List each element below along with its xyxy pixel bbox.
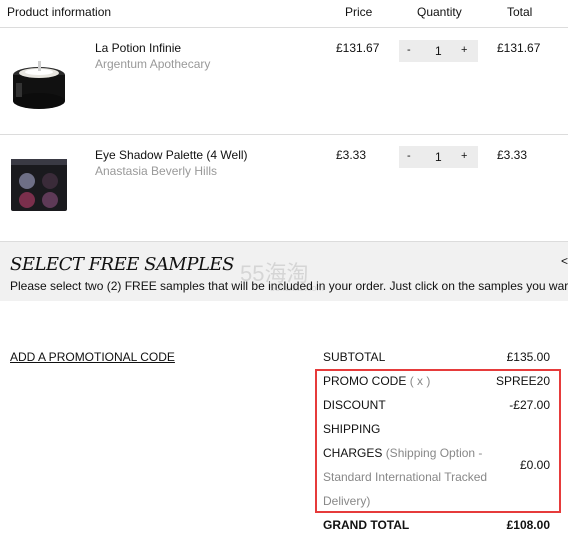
product-brand: Anastasia Beverly Hills [95,164,218,178]
shipping-charges-label: CHARGES (Shipping Option - [323,446,482,460]
subtotal-value: £135.00 [506,350,550,364]
cream-jar-icon[interactable] [8,53,70,115]
chevron-left-icon[interactable]: < [561,254,568,268]
promo-code-value: SPREE20 [495,374,550,388]
free-samples-section: SELECT FREE SAMPLES Please select two (2… [0,241,568,301]
shipping-option-note: Delivery) [323,494,371,508]
shipping-value: £0.00 [519,458,550,472]
total-column-header: Total [507,5,533,19]
shipping-option-note: Standard International Tracked [323,470,488,484]
unit-price: £3.33 [336,148,367,162]
free-samples-instructions: Please select two (2) FREE samples that … [10,279,568,293]
promo-code-label: PROMO CODE ( x ) [323,374,430,388]
promo-code-text: PROMO CODE [323,374,407,388]
shipping-label: SHIPPING [323,422,381,436]
grand-total-label: GRAND TOTAL [323,518,410,532]
quantity-stepper: - 1 + [399,146,478,168]
line-total: £131.67 [497,41,541,55]
product-name[interactable]: La Potion Infinie [95,41,181,55]
shipping-option-note: (Shipping Option - [385,446,483,460]
product-brand: Argentum Apothecary [95,57,211,71]
free-samples-title: SELECT FREE SAMPLES [10,254,234,275]
product-info-column-header: Product information [7,5,112,19]
promo-highlight-box [315,369,561,513]
charges-text: CHARGES [323,446,383,460]
quantity-value[interactable]: 1 [435,150,442,164]
quantity-value[interactable]: 1 [435,44,442,58]
increase-quantity-button[interactable]: + [461,150,467,162]
decrease-quantity-button[interactable]: - [407,150,411,162]
product-name[interactable]: Eye Shadow Palette (4 Well) [95,148,248,162]
add-promo-code-link[interactable]: ADD A PROMOTIONAL CODE [10,350,175,364]
eyeshadow-palette-icon[interactable] [8,155,70,217]
quantity-column-header: Quantity [417,5,462,19]
remove-promo-button[interactable]: ( x ) [410,374,431,388]
increase-quantity-button[interactable]: + [461,44,467,56]
discount-label: DISCOUNT [323,398,386,412]
line-total: £3.33 [497,148,528,162]
quantity-stepper: - 1 + [399,40,478,62]
grand-total-value: £108.00 [506,518,550,532]
decrease-quantity-button[interactable]: - [407,44,411,56]
discount-value: -£27.00 [509,398,550,412]
unit-price: £131.67 [336,41,380,55]
cart-item-row: Eye Shadow Palette (4 Well) Anastasia Be… [0,135,568,241]
cart-table-header: Product information Price Quantity Total [0,0,568,28]
price-column-header: Price [345,5,373,19]
subtotal-label: SUBTOTAL [323,350,386,364]
cart-item-row: La Potion Infinie Argentum Apothecary £1… [0,29,568,135]
